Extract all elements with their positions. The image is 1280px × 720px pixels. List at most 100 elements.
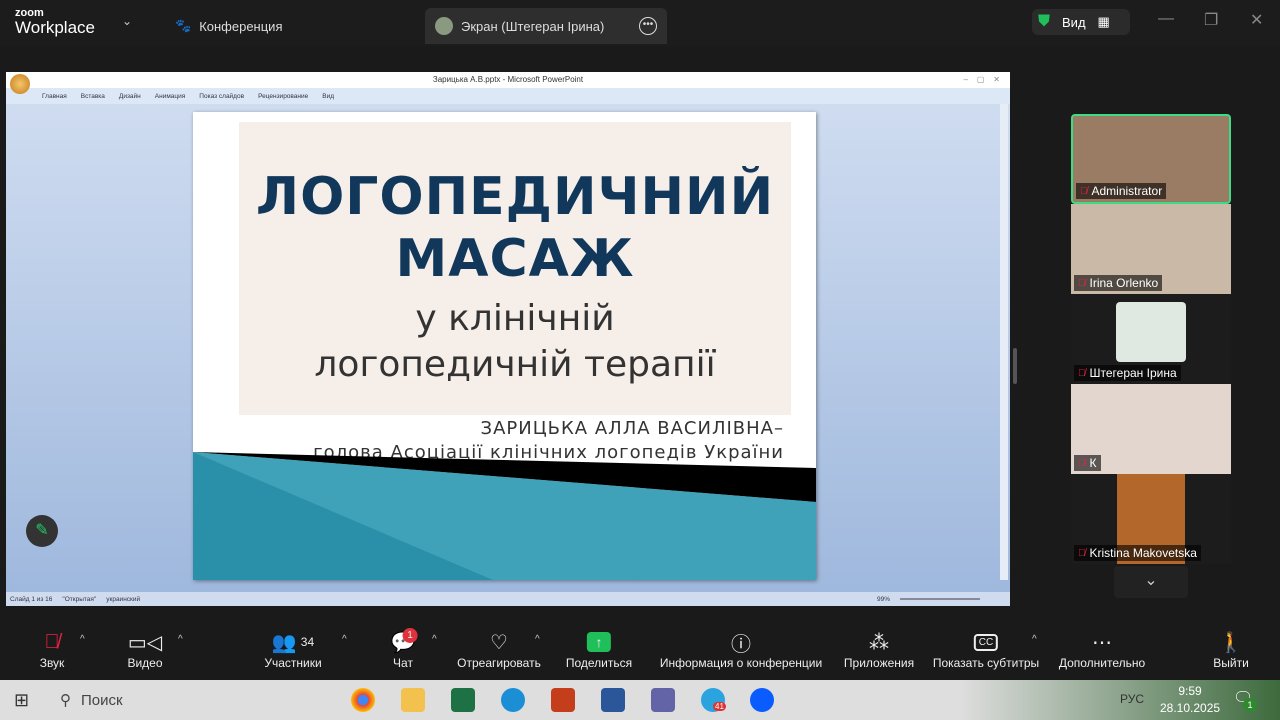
date: 28.10.2025 [1160, 701, 1221, 715]
annotate-pencil-icon[interactable]: ✎ [26, 515, 58, 547]
clock[interactable]: 9:59 28.10.2025 [1160, 683, 1220, 717]
scroll-down-chevron-icon[interactable]: ⌄ [1114, 566, 1188, 598]
zoom-icon[interactable] [750, 688, 774, 712]
zoom-slider[interactable] [900, 598, 980, 600]
leave-label: Выйти [1213, 656, 1249, 670]
participant-name-text: Irina Orlenko [1089, 276, 1159, 290]
participant-name: 🎙̸ Штегеран Ірина [1074, 365, 1181, 381]
ppt-status-bar: Слайд 1 из 16 "Открытая" украинский 99% [6, 592, 1010, 606]
ribbon-tab-slideshow[interactable]: Показ слайдов [199, 93, 244, 100]
excel-icon[interactable] [451, 688, 475, 712]
chat-caret-icon[interactable]: ^ [432, 634, 437, 645]
audio-caret-icon[interactable]: ^ [80, 634, 85, 645]
logo-bottom: Workplace [15, 18, 95, 37]
ppt-title: Зарицька А.В.pptx - Microsoft PowerPoint [432, 75, 584, 84]
powerpoint-icon[interactable] [551, 688, 575, 712]
participant-name: 🎙̸ Administrator [1076, 183, 1167, 199]
time: 9:59 [1178, 684, 1202, 698]
participant-tile[interactable]: 🎙̸ Irina Orlenko [1071, 204, 1231, 294]
telegram-badge: 41 [713, 702, 726, 711]
video-label: Видео [127, 656, 163, 670]
video-caret-icon[interactable]: ^ [178, 634, 183, 645]
teams-icon[interactable] [651, 688, 675, 712]
notifications-icon[interactable]: 🗨 1 [1233, 688, 1257, 712]
windows-start-icon[interactable]: ⊞ [14, 690, 29, 711]
tab-screen-label: Экран (Штегеран Ірина) [461, 18, 605, 34]
react-caret-icon[interactable]: ^ [535, 634, 540, 645]
chrome-icon[interactable] [351, 688, 375, 712]
meeting-info-button[interactable]: ⓘ Информация о конференции [660, 628, 822, 671]
tab-meeting[interactable]: 🐾 Конференция [165, 8, 292, 44]
ribbon-tab-insert[interactable]: Вставка [81, 93, 105, 100]
participant-name-text: К [1089, 456, 1097, 470]
status-zoom: 99% [876, 595, 890, 603]
status-theme: "Открытая" [62, 595, 97, 603]
zoom-logo: zoom Workplace [15, 8, 95, 37]
participant-tile[interactable]: 🎙̸ Administrator [1071, 114, 1231, 204]
slide-decoration [193, 452, 816, 580]
ribbon-tab-design[interactable]: Дизайн [119, 93, 141, 100]
participant-tile[interactable]: 🎙̸ Штегеран Ірина [1071, 294, 1231, 384]
shield-icon: ⛊ [1038, 13, 1051, 30]
participants-caret-icon[interactable]: ^ [342, 634, 347, 645]
more-options-icon[interactable]: ••• [639, 17, 657, 35]
slide-author: ЗАРИЦЬКА АЛЛА ВАСИЛІВНА– [480, 418, 784, 439]
video-button[interactable]: ▭◁ Видео [127, 628, 163, 671]
avatar [435, 17, 453, 35]
maximize-icon[interactable]: ❐ [1204, 10, 1218, 30]
office-button-icon[interactable] [10, 74, 30, 94]
participant-avatar [1116, 302, 1186, 362]
ppt-window-controls[interactable]: – ▢ ✕ [964, 72, 1001, 88]
ribbon-tab-review[interactable]: Рецензирование [258, 93, 308, 100]
mic-muted-icon: 🎙̸ [1078, 277, 1086, 289]
react-label: Отреагировать [457, 656, 541, 670]
minimize-icon[interactable]: — [1158, 10, 1174, 28]
ppt-title-bar: Зарицька А.В.pptx - Microsoft PowerPoint… [6, 72, 1010, 94]
tab-screen-share[interactable]: Экран (Штегеран Ірина) ••• [425, 8, 667, 44]
edge-icon[interactable] [501, 688, 525, 712]
captions-button[interactable]: CC Показать субтитры [933, 628, 1039, 670]
ribbon-tab-animation[interactable]: Анимация [155, 93, 186, 100]
taskbar-search[interactable]: ⚲ Поиск [50, 680, 250, 720]
participants-count: 34 [300, 635, 315, 649]
slide-subtitle-line1: у клінічній [415, 298, 615, 339]
info-icon: ⓘ [731, 633, 751, 656]
participant-name-text: Штегеран Ірина [1089, 366, 1177, 380]
apps-button[interactable]: ⁂ Приложения [844, 628, 914, 671]
slide-title-line1: ЛОГОПЕДИЧНИЙ [255, 167, 775, 227]
windows-taskbar: ⊞ ⚲ Поиск 41 РУС 9:59 28.10.2025 🗨 1 [0, 680, 1280, 720]
more-button[interactable]: ⋯ Дополнительно [1059, 628, 1145, 671]
telegram-icon[interactable]: 41 [701, 688, 726, 712]
ribbon-tab-home[interactable]: Главная [42, 93, 67, 100]
mic-muted-icon: 🎙̸ [1078, 457, 1086, 469]
chat-button[interactable]: 💬 1 Чат [391, 628, 418, 670]
slide-title-line2: МАСАЖ [395, 229, 635, 289]
mic-muted-icon: 🎙̸ [44, 630, 60, 653]
participants-button[interactable]: 👥 34 Участники [264, 628, 321, 671]
ribbon-tab-view[interactable]: Вид [322, 93, 334, 100]
captions-caret-icon[interactable]: ^ [1032, 634, 1037, 645]
view-button[interactable]: ⛊ Вид ▦ [1032, 9, 1130, 35]
participant-tile[interactable]: 🎙̸ Kristina Makovetska [1071, 474, 1231, 564]
ppt-ribbon-tabs: Главная Вставка Дизайн Анимация Показ сл… [6, 88, 1010, 104]
participant-gallery: 🎙̸ Administrator 🎙̸ Irina Orlenko 🎙̸ Штегер… [1071, 114, 1231, 598]
close-icon[interactable]: ✕ [1250, 10, 1263, 30]
tab-meeting-label: Конференция [199, 18, 283, 34]
file-explorer-icon[interactable] [401, 688, 425, 712]
grid-icon: ▦ [1097, 14, 1110, 29]
participant-name: 🎙̸ Irina Orlenko [1074, 275, 1163, 291]
captions-label: Показать субтитры [932, 656, 1040, 670]
panel-resize-handle[interactable] [1013, 348, 1017, 384]
leave-button[interactable]: 🚶 Выйти [1213, 628, 1249, 671]
chevron-down-icon[interactable]: ⌄ [122, 14, 132, 28]
notification-count: 1 [1243, 698, 1257, 712]
language-indicator[interactable]: РУС [1120, 692, 1144, 706]
audio-button[interactable]: 🎙̸ Звук [40, 628, 65, 671]
word-icon[interactable] [601, 688, 625, 712]
chat-label: Чат [393, 656, 413, 670]
react-button[interactable]: ♡ Отреагировать [457, 628, 541, 671]
video-camera-icon: ▭◁ [127, 631, 163, 654]
participant-tile[interactable]: 🎙̸ К [1071, 384, 1231, 474]
vertical-scrollbar[interactable] [1000, 104, 1008, 580]
share-button[interactable]: ↑ Поделиться [566, 628, 632, 670]
